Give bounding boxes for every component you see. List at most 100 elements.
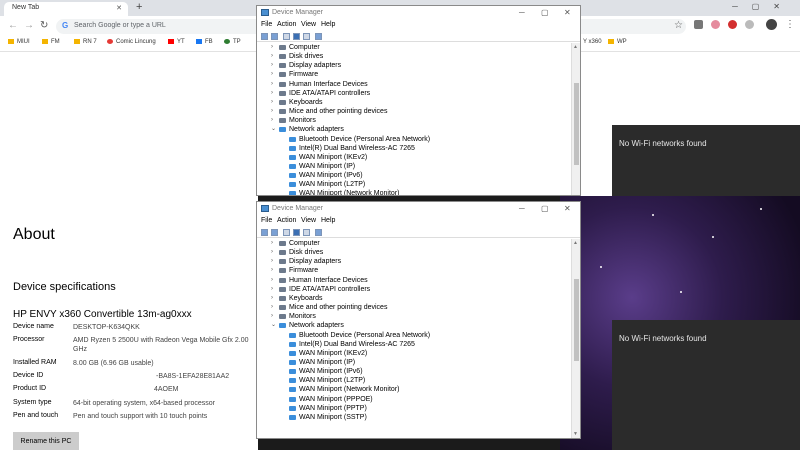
expand-down-icon[interactable]: ⌄ <box>271 125 276 134</box>
bookmark-fm[interactable]: FM <box>42 39 60 45</box>
expand-right-icon[interactable]: › <box>271 294 273 303</box>
star <box>680 291 682 293</box>
properties-icon[interactable] <box>283 33 290 40</box>
adblock-icon[interactable] <box>728 20 737 29</box>
scrollbar[interactable]: ▲ ▼ <box>571 239 580 438</box>
expand-right-icon[interactable]: › <box>271 285 273 294</box>
view-icon[interactable] <box>303 229 310 236</box>
bookmark-tp[interactable]: TP <box>224 39 241 45</box>
star-icon[interactable]: ☆ <box>674 20 683 31</box>
expand-right-icon[interactable]: › <box>271 312 273 321</box>
back-icon[interactable]: ← <box>8 20 18 31</box>
camera-icon[interactable] <box>694 20 703 29</box>
expand-right-icon[interactable]: › <box>271 107 273 116</box>
bookmark-fb[interactable]: FB <box>196 39 213 45</box>
maximize-icon[interactable]: ▢ <box>541 204 549 213</box>
menu-view[interactable]: View <box>301 217 316 224</box>
expand-right-icon[interactable]: › <box>271 43 273 52</box>
scan-hardware-icon[interactable] <box>315 33 322 40</box>
properties-icon[interactable] <box>283 229 290 236</box>
toolbar <box>257 31 580 42</box>
tree-device-label: WAN Miniport (L2TP) <box>299 377 366 385</box>
tree-category-label: Display adapters <box>289 258 342 266</box>
tree-category-label: Monitors <box>289 313 316 321</box>
minimize-icon[interactable]: ─ <box>732 2 752 11</box>
extension-icon[interactable] <box>745 20 754 29</box>
expand-right-icon[interactable]: › <box>271 266 273 275</box>
minimize-icon[interactable]: ─ <box>519 8 525 17</box>
menu-help[interactable]: Help <box>321 217 335 224</box>
close-icon[interactable]: ✕ <box>564 8 571 17</box>
expand-right-icon[interactable]: › <box>271 303 273 312</box>
close-tab-icon[interactable]: ✕ <box>116 4 122 12</box>
menu-dots-icon[interactable]: ⋮ <box>785 19 795 30</box>
expand-right-icon[interactable]: › <box>271 257 273 266</box>
help-icon[interactable] <box>293 229 300 236</box>
bookmark-comic-lincung[interactable]: Comic Lincung <box>107 39 156 45</box>
avatar[interactable] <box>766 19 777 30</box>
scroll-up-icon[interactable]: ▲ <box>573 44 578 50</box>
back-icon[interactable] <box>261 33 268 40</box>
minimize-icon[interactable]: ─ <box>519 204 525 213</box>
rename-pc-button[interactable]: Rename this PC <box>13 432 79 450</box>
expand-right-icon[interactable]: › <box>271 70 273 79</box>
menu-view[interactable]: View <box>301 21 316 28</box>
close-icon[interactable]: ✕ <box>773 2 794 11</box>
expand-right-icon[interactable]: › <box>271 98 273 107</box>
restore-icon[interactable]: ▢ <box>752 2 774 11</box>
expand-right-icon[interactable]: › <box>271 248 273 257</box>
tree-device-label: WAN Miniport (SSTP) <box>299 413 367 421</box>
expand-right-icon[interactable]: › <box>271 239 273 248</box>
scroll-down-icon[interactable]: ▼ <box>573 431 578 437</box>
tree-device-label: WAN Miniport (IP) <box>299 162 356 170</box>
menu-file[interactable]: File <box>261 21 272 28</box>
about-panel: About Device specifications HP ENVY x360… <box>0 196 258 450</box>
extension-icon[interactable] <box>711 20 720 29</box>
scroll-thumb[interactable] <box>574 279 579 361</box>
menu-action[interactable]: Action <box>277 21 296 28</box>
expand-right-icon[interactable]: › <box>271 116 273 125</box>
expand-right-icon[interactable]: › <box>271 89 273 98</box>
scrollbar[interactable]: ▲ <box>571 43 580 195</box>
expand-right-icon[interactable]: › <box>271 80 273 89</box>
menu-help[interactable]: Help <box>321 21 335 28</box>
title-bar[interactable]: Device Manager ─ ▢ ✕ <box>257 6 580 20</box>
tab-new-tab[interactable]: New Tab ✕ <box>4 2 128 16</box>
bookmark-yt[interactable]: YT <box>168 39 185 45</box>
tree-category-label: Firmware <box>289 267 319 275</box>
forward-icon[interactable] <box>271 229 278 236</box>
network-adapter-icon <box>289 387 296 393</box>
device-category-icon <box>279 72 286 78</box>
menu-action[interactable]: Action <box>277 217 296 224</box>
bookmark-x360[interactable]: Y x360 <box>583 39 602 45</box>
expand-right-icon[interactable]: › <box>271 52 273 61</box>
reload-icon[interactable]: ↻ <box>40 20 48 31</box>
title-bar[interactable]: Device Manager ─ ▢ ✕ <box>257 202 580 216</box>
expand-right-icon[interactable]: › <box>271 61 273 70</box>
help-icon[interactable] <box>293 33 300 40</box>
menu-bar: File Action View Help <box>257 216 580 227</box>
device-category-icon <box>279 323 286 329</box>
scan-hardware-icon[interactable] <box>315 229 322 236</box>
window-title: Device Manager <box>272 9 323 16</box>
scroll-up-icon[interactable]: ▲ <box>573 240 578 246</box>
wifi-flyout-bottom: No Wi-Fi networks found <box>612 320 800 450</box>
section-title: Device specifications <box>13 281 116 293</box>
forward-icon[interactable]: → <box>24 20 34 31</box>
new-tab-button[interactable]: + <box>136 1 142 13</box>
forward-icon[interactable] <box>271 33 278 40</box>
bookmark-miui[interactable]: MIUI <box>8 39 30 45</box>
back-icon[interactable] <box>261 229 268 236</box>
view-icon[interactable] <box>303 33 310 40</box>
close-icon[interactable]: ✕ <box>564 204 571 213</box>
tree-device-label: Bluetooth Device (Personal Area Network) <box>299 331 431 339</box>
device-category-icon <box>279 45 286 50</box>
bookmark-wp[interactable]: WP <box>608 39 627 45</box>
expand-right-icon[interactable]: › <box>271 276 273 285</box>
scroll-thumb[interactable] <box>574 83 579 165</box>
tree-category-label: Monitors <box>289 117 316 125</box>
maximize-icon[interactable]: ▢ <box>541 8 549 17</box>
menu-file[interactable]: File <box>261 217 272 224</box>
expand-down-icon[interactable]: ⌄ <box>271 321 276 330</box>
bookmark-rn7[interactable]: RN 7 <box>74 39 97 45</box>
